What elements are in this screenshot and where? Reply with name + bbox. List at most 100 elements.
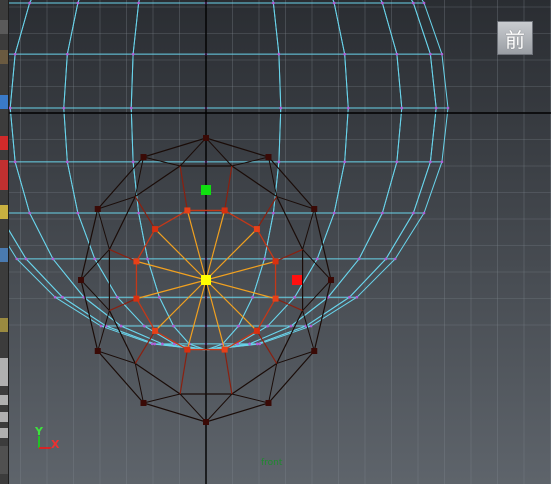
wireframe-vertex[interactable] <box>355 295 359 299</box>
wireframe-vertex[interactable] <box>400 106 404 110</box>
wireframe-vertex[interactable] <box>412 211 415 215</box>
wireframe-vertex[interactable] <box>293 295 296 299</box>
wireframe-vertex[interactable] <box>15 257 19 261</box>
wireframe-vertex[interactable] <box>161 342 164 346</box>
soft-mod-icon[interactable] <box>0 248 8 262</box>
universal-manipulator-icon[interactable] <box>0 205 8 219</box>
wireframe-vertex[interactable] <box>24 257 28 261</box>
wireframe-vertex[interactable] <box>137 1 140 5</box>
wireframe-vertex[interactable] <box>446 106 450 110</box>
selected-vertex-dark[interactable] <box>140 399 147 406</box>
selected-vertex-dark[interactable] <box>265 399 272 406</box>
soft-select-vertex[interactable] <box>272 258 279 265</box>
selected-vertex-dark[interactable] <box>203 135 209 141</box>
wireframe-vertex[interactable] <box>440 160 444 164</box>
wireframe-vertex[interactable] <box>28 211 31 215</box>
wireframe-vertex[interactable] <box>381 1 384 5</box>
wireframe-vertex[interactable] <box>129 106 133 110</box>
wireframe-vertex[interactable] <box>76 1 80 5</box>
soft-select-vertex[interactable] <box>184 346 191 353</box>
wireframe-vertex[interactable] <box>119 324 123 328</box>
wireframe-vertex[interactable] <box>248 342 251 346</box>
wireframe-vertex[interactable] <box>309 324 313 328</box>
wireframe-vertex[interactable] <box>429 52 432 56</box>
wireframe-vertex[interactable] <box>277 160 281 164</box>
wireframe-vertex[interactable] <box>62 106 66 110</box>
wireframe-vertex[interactable] <box>395 52 399 56</box>
wireframe-vertex[interactable] <box>131 52 135 56</box>
layout-stack-icon[interactable] <box>0 428 8 438</box>
scale-tool-icon[interactable] <box>0 160 8 190</box>
wireframe-vertex[interactable] <box>237 324 240 328</box>
layout-four-icon[interactable] <box>0 395 8 405</box>
view-cube[interactable]: 前 <box>497 21 533 55</box>
wireframe-vertex[interactable] <box>343 160 346 164</box>
wireframe-vertex[interactable] <box>381 211 384 215</box>
manipulator-y-handle[interactable] <box>201 185 211 195</box>
layout-single-icon[interactable] <box>0 358 8 386</box>
wireframe-vertex[interactable] <box>158 295 161 299</box>
lasso-tool-icon[interactable] <box>0 50 8 64</box>
wireframe-vertex[interactable] <box>266 324 270 328</box>
wireframe-vertex[interactable] <box>66 52 69 56</box>
wireframe-vertex[interactable] <box>422 211 426 215</box>
wireframe-vertex[interactable] <box>150 342 154 346</box>
show-manipulator-icon[interactable] <box>0 318 8 332</box>
wireframe-vertex[interactable] <box>251 295 254 299</box>
wireframe-vertex[interactable] <box>332 1 336 5</box>
wireframe-vertex[interactable] <box>51 257 55 261</box>
selected-vertex-dark[interactable] <box>78 277 84 283</box>
wireframe-vertex[interactable] <box>258 342 262 346</box>
soft-select-vertex[interactable] <box>152 327 159 334</box>
soft-select-vertex[interactable] <box>253 226 260 233</box>
wireframe-vertex[interactable] <box>440 52 444 56</box>
wireframe-vertex[interactable] <box>393 257 397 261</box>
wireframe-vertex[interactable] <box>99 324 103 328</box>
selected-vertex-dark[interactable] <box>94 348 101 354</box>
select-tool-icon[interactable] <box>0 20 8 34</box>
wireframe-vertex[interactable] <box>66 160 69 164</box>
wireframe-vertex[interactable] <box>142 324 146 328</box>
wireframe-vertex[interactable] <box>384 257 388 261</box>
wireframe-vertex[interactable] <box>263 257 266 261</box>
move-tool-icon[interactable] <box>0 95 8 109</box>
wireframe-vertex[interactable] <box>153 342 157 346</box>
wireframe-vertex[interactable] <box>434 106 438 110</box>
soft-select-vertex[interactable] <box>133 295 140 302</box>
wireframe-vertex[interactable] <box>277 52 281 56</box>
wireframe-vertex[interactable] <box>255 342 259 346</box>
wireframe-vertex[interactable] <box>61 295 64 299</box>
viewport-canvas[interactable] <box>9 0 551 484</box>
wireframe-vertex[interactable] <box>137 211 140 215</box>
wireframe-vertex[interactable] <box>422 1 426 5</box>
wireframe-vertex[interactable] <box>348 295 351 299</box>
wireframe-vertex[interactable] <box>53 295 57 299</box>
wireframe-vertex[interactable] <box>28 1 31 5</box>
wireframe-vertex[interactable] <box>13 52 17 56</box>
wireframe-vertex[interactable] <box>289 324 293 328</box>
wireframe-vertex[interactable] <box>343 52 346 56</box>
soft-select-vertex[interactable] <box>253 327 260 334</box>
soft-select-vertex[interactable] <box>221 207 228 214</box>
wireframe-vertex[interactable] <box>272 1 275 5</box>
wireframe-vertex[interactable] <box>279 106 283 110</box>
soft-select-vertex[interactable] <box>272 295 279 302</box>
selected-vertex-dark[interactable] <box>140 154 147 161</box>
selected-vertex-dark[interactable] <box>94 206 101 212</box>
soft-select-vertex[interactable] <box>152 226 159 233</box>
wireframe-vertex[interactable] <box>429 160 432 164</box>
selected-vertex-dark[interactable] <box>265 154 272 161</box>
selected-vertex-dark[interactable] <box>311 348 318 354</box>
soft-select-vertex[interactable] <box>184 207 191 214</box>
wireframe-vertex[interactable] <box>116 295 119 299</box>
wireframe-vertex[interactable] <box>272 211 275 215</box>
wireframe-vertex[interactable] <box>357 257 361 261</box>
layout-custom-icon[interactable] <box>0 446 8 474</box>
layout-side-icon[interactable] <box>0 412 8 422</box>
wireframe-vertex[interactable] <box>93 257 97 261</box>
wireframe-vertex[interactable] <box>332 211 336 215</box>
active-vertex[interactable] <box>201 275 211 285</box>
wireframe-vertex[interactable] <box>76 211 80 215</box>
wireframe-vertex[interactable] <box>9 106 12 110</box>
wireframe-vertex[interactable] <box>172 324 175 328</box>
